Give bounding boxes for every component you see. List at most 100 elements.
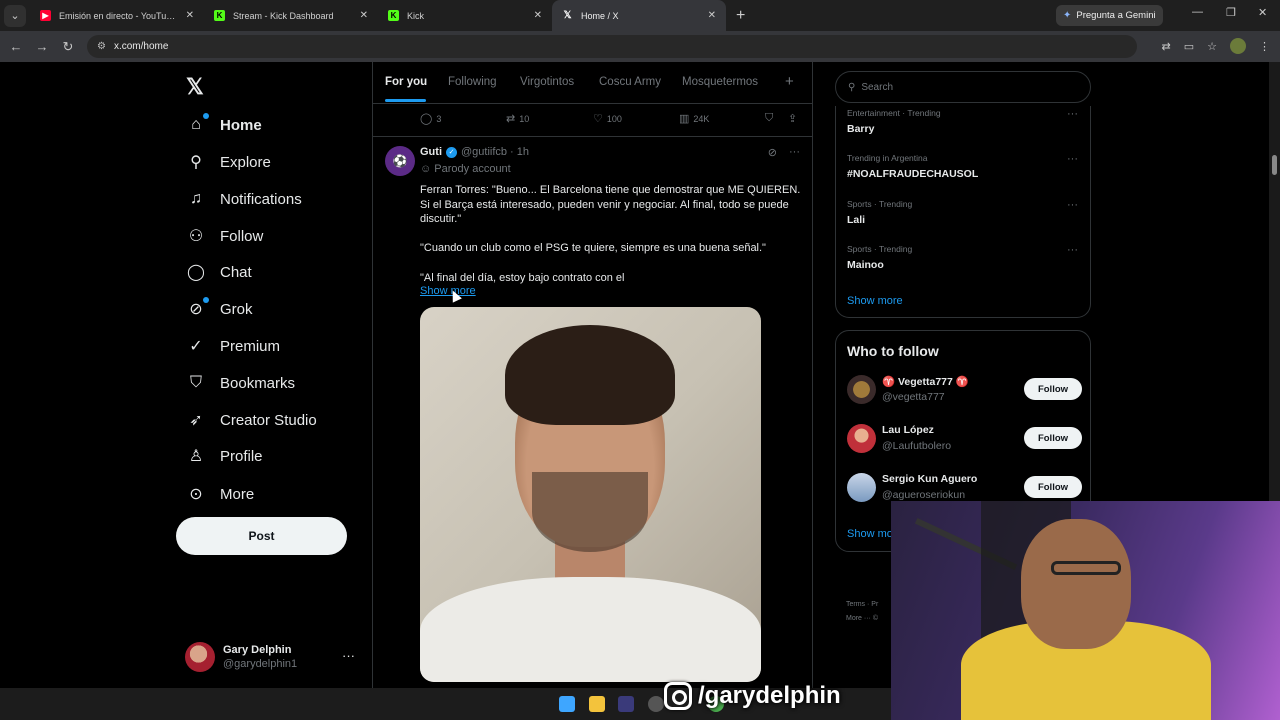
account-switcher[interactable]: Gary Delphin @garydelphin1 ··· [185, 640, 367, 674]
post-video[interactable] [420, 307, 761, 682]
trends-show-more-link[interactable]: Show more [847, 295, 903, 307]
bookmark-star-icon[interactable]: ☆ [1207, 40, 1217, 53]
follow-suggestion[interactable]: ♈ Vegetta777 ♈ @vegetta777 Follow [847, 375, 1082, 409]
browser-tab-x-home[interactable]: 𝕏 Home / X ✕ [552, 0, 726, 31]
site-settings-icon[interactable]: ⚙ [97, 41, 106, 52]
grok-icon: ⊘ [186, 297, 209, 319]
post-author-handle[interactable]: @gutiifcb [461, 146, 507, 158]
grok-analyze-icon[interactable]: ⊘ [768, 146, 777, 159]
more-icon[interactable]: ··· [1067, 199, 1078, 211]
post-time[interactable]: · 1h [510, 146, 529, 158]
who-to-follow-show-more[interactable]: Show mo [847, 528, 893, 540]
bookmark-button[interactable]: ⛉ [765, 112, 777, 125]
parody-text: Parody account [434, 163, 511, 175]
bell-icon: ♫ [190, 190, 202, 207]
reply-icon: ◯ [420, 113, 433, 125]
tab-virgotintos[interactable]: Virgotintos [520, 76, 574, 88]
nav-premium[interactable]: ✓ Premium [186, 332, 280, 360]
more-icon[interactable]: ··· [342, 648, 355, 663]
browser-tab-kick-dashboard[interactable]: K Stream - Kick Dashboard ✕ [204, 0, 378, 31]
repost-button[interactable]: ⇄ 10 [506, 112, 529, 125]
more-icon[interactable]: ··· [1067, 108, 1078, 120]
add-person-icon: ⚇ [188, 228, 204, 245]
footer-line[interactable]: Terms · Pr [846, 598, 878, 612]
add-tab-icon[interactable]: + [785, 73, 794, 90]
forward-icon[interactable]: → [29, 39, 55, 54]
nav-more[interactable]: ⊙ More [186, 480, 254, 508]
post-author-name[interactable]: Guti [420, 146, 442, 158]
nav-profile[interactable]: ♙ Profile [186, 442, 263, 470]
trend-meta: Entertainment · Trending [847, 108, 941, 118]
streamer-glasses [1051, 561, 1121, 575]
close-window-icon[interactable]: ✕ [1258, 6, 1267, 19]
windows-start-icon[interactable] [559, 696, 575, 712]
nav-label: Premium [220, 337, 281, 355]
tab-label: Stream - Kick Dashboard [233, 10, 334, 21]
address-toolbar: ← → ↻ ⚙ x.com/home ⇄ ▭ ☆ ⋮ [0, 31, 1280, 62]
minimize-icon[interactable]: — [1192, 6, 1203, 18]
main-feed: For you Following Virgotintos Coscu Army… [372, 62, 813, 720]
tab-coscu-army[interactable]: Coscu Army [599, 76, 661, 88]
search-input[interactable]: ⚲ Search [835, 71, 1091, 103]
translate-icon[interactable]: ⇄ [1162, 40, 1171, 53]
nav-notifications[interactable]: ♫ Notifications [186, 185, 302, 213]
more-icon[interactable]: ··· [1067, 244, 1078, 256]
like-button[interactable]: ♡ 100 [593, 112, 622, 125]
footer-line[interactable]: More ··· © [846, 612, 878, 626]
show-more-link[interactable]: Show more [420, 285, 476, 297]
trend-item[interactable]: Sports · Trending Lali [847, 199, 912, 226]
x-logo-icon[interactable]: 𝕏 [186, 74, 204, 100]
obs-icon[interactable] [648, 696, 664, 712]
post-tools: ⊘ ··· [768, 146, 800, 159]
browser-tab-youtube[interactable]: ▶ Emisión en directo - YouTube S ✕ [30, 0, 204, 31]
parody-label: ☺ Parody account [420, 163, 511, 175]
tab-for-you[interactable]: For you [385, 76, 427, 88]
close-icon[interactable]: ✕ [360, 10, 368, 21]
new-tab-button[interactable]: + [736, 7, 745, 25]
more-icon[interactable]: ··· [1067, 153, 1078, 165]
tab-following[interactable]: Following [448, 76, 497, 88]
scrollbar-thumb[interactable] [1272, 155, 1277, 175]
browser-menu-icon[interactable]: ⋮ [1259, 40, 1270, 53]
trend-item[interactable]: Sports · Trending Mainoo [847, 244, 912, 271]
davinci-icon[interactable] [618, 696, 634, 712]
nav-explore[interactable]: ⚲ Explore [186, 148, 271, 176]
more-icon[interactable]: ··· [789, 146, 800, 159]
tab-mosquetermos[interactable]: Mosquetermos [682, 76, 758, 88]
follow-button[interactable]: Follow [1024, 378, 1082, 400]
profile-avatar[interactable] [1230, 38, 1246, 54]
share-button[interactable]: ⇪ [788, 112, 801, 125]
trend-item[interactable]: Trending in Argentina #NOALFRAUDECHAUSOL [847, 153, 978, 180]
follow-suggestion[interactable]: Lau López @Laufutbolero Follow [847, 424, 1082, 458]
verified-badge-icon: ✓ [189, 338, 203, 355]
file-explorer-icon[interactable] [589, 696, 605, 712]
reply-button[interactable]: ◯ 3 [420, 112, 441, 125]
cast-icon[interactable]: ▭ [1184, 40, 1194, 53]
trend-item[interactable]: Entertainment · Trending Barry [847, 108, 941, 135]
nav-follow[interactable]: ⚇ Follow [186, 222, 264, 250]
close-icon[interactable]: ✕ [708, 10, 716, 21]
back-icon[interactable]: ← [3, 39, 29, 54]
follow-button[interactable]: Follow [1024, 476, 1082, 498]
tab-search-button[interactable]: ⌄ [4, 4, 26, 27]
post-author-avatar[interactable]: ⚽ [385, 146, 415, 176]
follow-button[interactable]: Follow [1024, 427, 1082, 449]
browser-tab-bar: ⌄ ▶ Emisión en directo - YouTube S ✕ K S… [0, 0, 1280, 31]
reload-icon[interactable]: ↻ [55, 39, 81, 55]
footer-links: Terms · Pr More ··· © [846, 598, 878, 626]
nav-grok[interactable]: ⊘ Grok [186, 295, 253, 323]
trends-panel: Entertainment · Trending Barry ··· Trend… [835, 106, 1091, 318]
views-button[interactable]: ▥ 24K [679, 112, 709, 125]
post-button[interactable]: Post [176, 517, 347, 555]
gemini-button[interactable]: ✦ Pregunta a Gemini [1056, 5, 1163, 26]
nav-bookmarks[interactable]: ⛉ Bookmarks [186, 369, 295, 397]
close-icon[interactable]: ✕ [186, 10, 194, 21]
close-icon[interactable]: ✕ [534, 10, 542, 21]
url-bar[interactable]: ⚙ x.com/home [87, 35, 1137, 58]
nav-chat[interactable]: ◯ Chat [186, 258, 252, 286]
rocket-icon: ➶ [189, 412, 203, 429]
browser-tab-kick[interactable]: K Kick ✕ [378, 0, 552, 31]
restore-icon[interactable]: ❐ [1226, 6, 1236, 19]
nav-home[interactable]: ⌂ Home [186, 111, 262, 139]
nav-creator-studio[interactable]: ➶ Creator Studio [186, 406, 316, 434]
